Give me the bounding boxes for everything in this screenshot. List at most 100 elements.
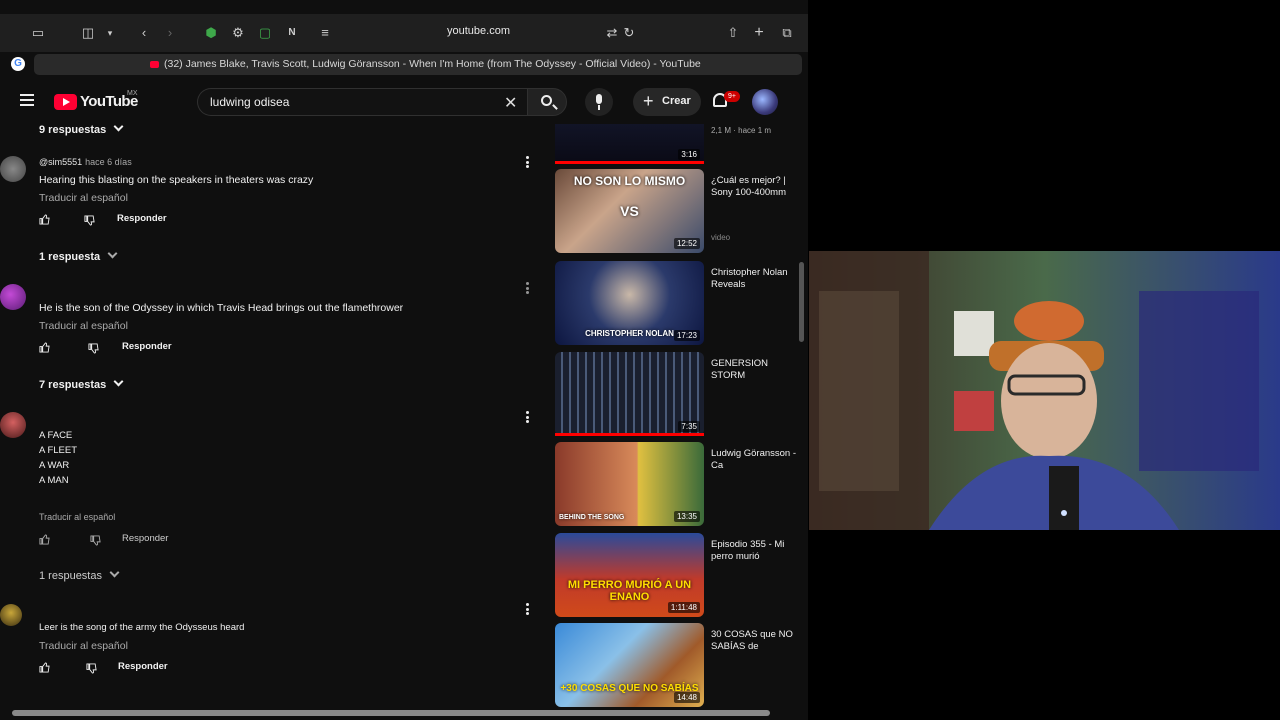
list-item[interactable]: BEHIND THE SONG 13:35 Ludwig Göransson -… (553, 442, 799, 526)
create-label: Crear (662, 95, 691, 107)
video-thumbnail[interactable]: BEHIND THE SONG 13:35 (555, 442, 704, 526)
extension-square-icon[interactable]: ▢ (257, 25, 273, 41)
chevron-down-icon (109, 567, 120, 578)
horizontal-scrollbar[interactable] (12, 710, 770, 716)
sidebar-toggle-icon[interactable]: ▭ (30, 25, 46, 41)
reload-icon[interactable]: ↻ (621, 25, 637, 41)
replies-toggle[interactable]: 9 respuestas (39, 124, 124, 136)
dislike-icon[interactable] (90, 535, 101, 546)
video-title[interactable]: Christopher Nolan Reveals (711, 267, 799, 291)
watch-progress (555, 161, 704, 164)
video-thumbnail[interactable]: NO SON LO MISMO VS 12:52 (555, 169, 704, 253)
replies-label: 7 respuestas (39, 379, 107, 391)
forward-icon[interactable]: › (162, 25, 178, 41)
tab-overview-icon[interactable]: ◫ (80, 25, 96, 41)
translate-link[interactable]: Traducir al español (39, 640, 128, 652)
extension-shield-icon[interactable]: ⬢ (203, 25, 219, 41)
dislike-icon[interactable] (84, 215, 95, 226)
comment-line: A FLEET (39, 445, 78, 456)
address-bar[interactable]: youtube.com (447, 25, 510, 37)
vertical-scrollbar[interactable] (799, 262, 804, 342)
list-item[interactable]: +30 COSAS QUE NO SABÍAS 14:48 30 COSAS q… (553, 623, 799, 707)
like-icon[interactable] (39, 214, 50, 225)
more-options-icon[interactable] (526, 603, 529, 615)
comments-section: 9 respuestas @sim5551 hace 6 días Hearing… (0, 124, 548, 708)
create-button[interactable]: + Crear (633, 88, 701, 116)
voice-search-icon[interactable] (585, 88, 613, 116)
thumbnail-overlay-text: NO SON LO MISMO (573, 174, 686, 188)
replies-toggle[interactable]: 1 respuesta (39, 248, 118, 263)
menu-icon[interactable] (20, 94, 34, 106)
comment-text: He is the son of the Odyssey in which Tr… (39, 302, 404, 314)
reply-button[interactable]: Responder (117, 213, 167, 224)
avatar[interactable] (0, 156, 26, 182)
webcam-image (809, 251, 1280, 530)
youtube-logo-icon[interactable] (54, 94, 77, 110)
active-tab[interactable]: (32) James Blake, Travis Scott, Ludwig G… (34, 54, 802, 75)
video-title[interactable]: 30 COSAS que NO SABÍAS de (711, 629, 799, 653)
comment-author[interactable]: @sim5551 hace 6 días (39, 157, 132, 167)
avatar[interactable] (0, 284, 26, 310)
like-icon[interactable] (39, 342, 50, 353)
replies-label: 1 respuestas (39, 570, 102, 582)
webcam-overlay (809, 251, 1280, 530)
chevron-down-icon (113, 376, 124, 387)
video-thumbnail[interactable]: 7:35 (555, 352, 704, 436)
video-duration: 1:11:48 (667, 602, 700, 613)
clear-search-icon[interactable]: ✕ (504, 93, 517, 113)
comment-text: Hearing this blasting on the speakers in… (39, 174, 314, 186)
list-item[interactable]: CHRISTOPHER NOLAN 17:23 Christopher Nola… (553, 261, 799, 345)
like-icon[interactable] (39, 534, 50, 545)
replies-label: 9 respuestas (39, 124, 107, 136)
watch-progress (555, 433, 704, 436)
replies-toggle[interactable]: 1 respuestas (39, 567, 120, 582)
avatar[interactable] (0, 412, 26, 438)
search-button[interactable] (527, 88, 567, 116)
chevron-down-icon[interactable]: ▾ (102, 25, 118, 41)
comment-text: Leer is the song of the army the Odysseu… (39, 622, 245, 633)
more-options-icon[interactable] (526, 411, 529, 423)
list-item[interactable]: 3:16 2,1 M · hace 1 m (553, 124, 799, 164)
video-title[interactable]: GENERSION STORM (711, 358, 799, 382)
reply-button[interactable]: Responder (122, 533, 168, 544)
video-title[interactable]: ¿Cuál es mejor? | Sony 100-400mm (711, 175, 799, 199)
page-menu-icon[interactable]: ≡ (317, 25, 333, 41)
video-thumbnail[interactable]: 3:16 (555, 124, 704, 164)
tabs-icon[interactable]: ⧉ (779, 25, 795, 41)
avatar[interactable] (0, 604, 22, 626)
translate-icon[interactable]: ⇄ (604, 25, 620, 41)
search-input[interactable]: ludwing odisea ✕ (197, 88, 527, 116)
video-title[interactable]: Episodio 355 - Mi perro murió (711, 539, 799, 563)
video-title[interactable]: Ludwig Göransson - Ca (711, 448, 799, 472)
video-thumbnail[interactable]: CHRISTOPHER NOLAN 17:23 (555, 261, 704, 345)
more-options-icon[interactable] (526, 156, 529, 168)
notification-badge: 9+ (724, 91, 740, 102)
google-icon[interactable]: G (11, 57, 25, 71)
comment-line: A MAN (39, 475, 69, 486)
translate-link[interactable]: Traducir al español (39, 512, 115, 522)
country-code: MX (127, 90, 138, 97)
extension-gear-icon[interactable]: ⚙ (230, 25, 246, 41)
back-icon[interactable]: ‹ (136, 25, 152, 41)
browser-window: ▭ ◫ ▾ ‹ › ⬢ ⚙ ▢ N ≡ youtube.com ⇄ ↻ ⇧ + … (0, 0, 808, 720)
youtube-favicon-icon (150, 61, 159, 68)
account-avatar[interactable] (752, 89, 778, 115)
share-icon[interactable]: ⇧ (725, 25, 741, 41)
translate-link[interactable]: Traducir al español (39, 320, 128, 332)
list-item[interactable]: 7:35 GENERSION STORM (553, 352, 799, 436)
video-thumbnail[interactable]: +30 COSAS QUE NO SABÍAS 14:48 (555, 623, 704, 707)
dislike-icon[interactable] (88, 343, 99, 354)
list-item[interactable]: NO SON LO MISMO VS 12:52 ¿Cuál es mejor?… (553, 169, 799, 253)
new-tab-icon[interactable]: + (751, 25, 767, 41)
reply-button[interactable]: Responder (122, 341, 172, 352)
video-thumbnail[interactable]: MI PERRO MURIÓ A UN ENANO 1:11:48 (555, 533, 704, 617)
more-options-icon[interactable] (526, 282, 529, 294)
dislike-icon[interactable] (86, 663, 97, 674)
translate-link[interactable]: Traducir al español (39, 192, 128, 204)
list-item[interactable]: MI PERRO MURIÓ A UN ENANO 1:11:48 Episod… (553, 533, 799, 617)
video-duration: 13:35 (673, 511, 700, 522)
notion-icon[interactable]: N (284, 25, 300, 41)
like-icon[interactable] (39, 662, 50, 673)
replies-toggle[interactable]: 7 respuestas (39, 376, 124, 391)
reply-button[interactable]: Responder (118, 661, 168, 672)
